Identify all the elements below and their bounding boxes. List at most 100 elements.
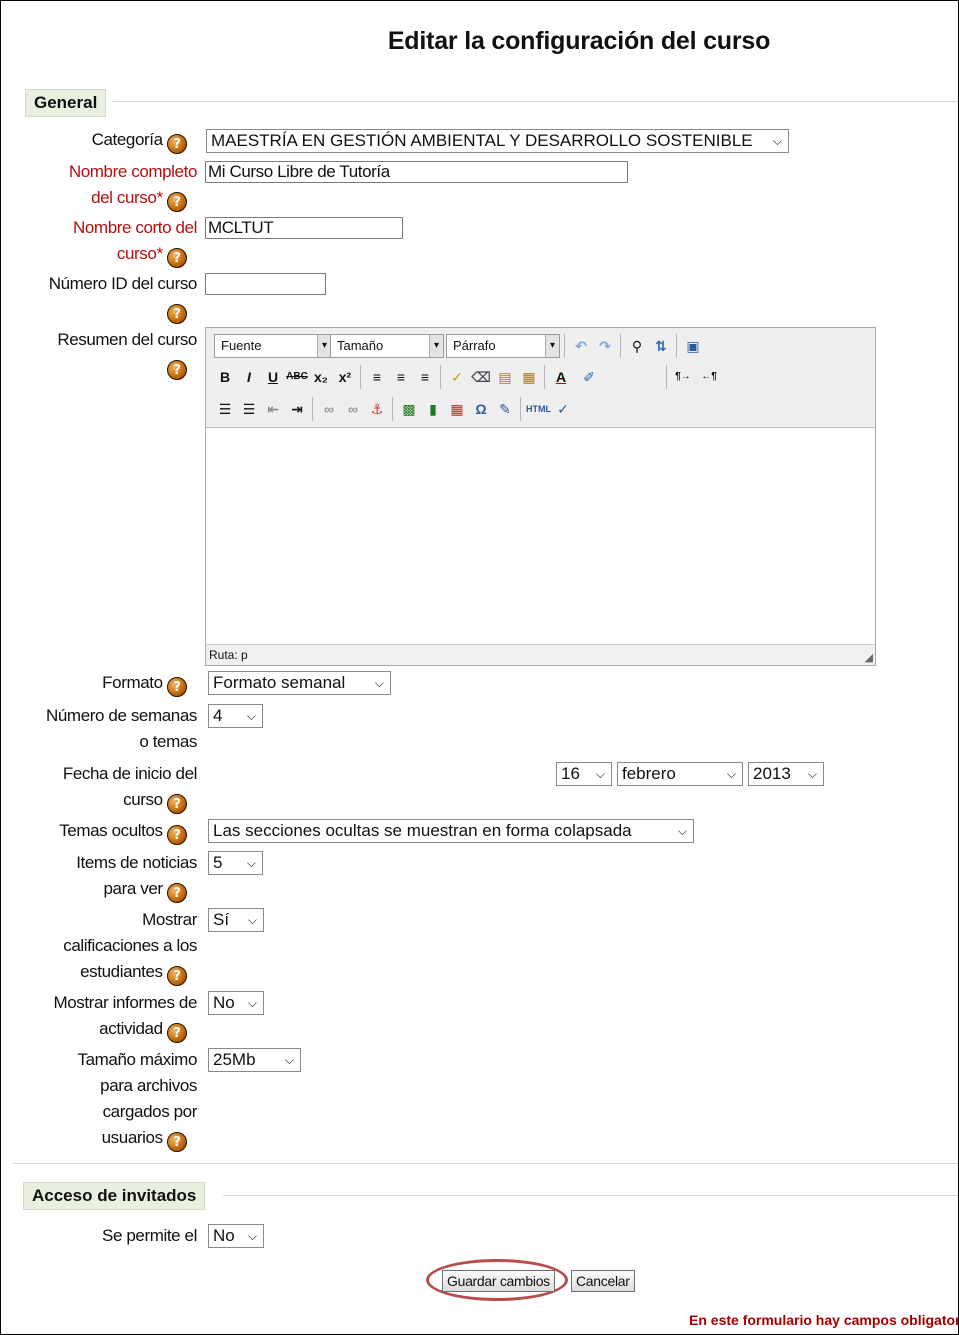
strikethrough-icon[interactable]: ABC xyxy=(286,366,308,388)
image-icon[interactable]: ▩ xyxy=(398,398,420,420)
underline-icon[interactable]: U xyxy=(262,366,284,388)
section-divider xyxy=(113,101,958,102)
showreports-label: Mostrar informes de actividad ? xyxy=(15,990,197,1043)
help-icon[interactable]: ? xyxy=(167,248,187,268)
save-button[interactable]: Guardar cambios xyxy=(442,1270,555,1292)
bold-icon[interactable]: B xyxy=(214,366,236,388)
category-select[interactable]: MAESTRÍA EN GESTIÓN AMBIENTAL Y DESARROL… xyxy=(206,129,789,153)
guest-select[interactable]: No ⌵ xyxy=(208,1224,264,1248)
paragraph-select[interactable]: Párrafo ▾ xyxy=(446,334,560,358)
align-right-icon[interactable]: ≡ xyxy=(414,366,436,388)
help-icon[interactable]: ? xyxy=(167,134,187,154)
superscript-icon[interactable]: x² xyxy=(334,366,356,388)
summary-editor: Fuente ▾ Tamaño ▾ Párrafo ▾ ↶ ↷ ⚲ ⇅ ▣ B … xyxy=(205,327,876,666)
startdate-month-select[interactable]: febrero ⌵ xyxy=(617,762,743,786)
section-legend-guest: Acceso de invitados xyxy=(23,1182,206,1210)
help-icon[interactable]: ? xyxy=(167,192,187,212)
startdate-year-value: 2013 xyxy=(753,764,791,783)
guest-label: Se permite el xyxy=(102,1226,197,1245)
startdate-label: Fecha de inicio del curso ? xyxy=(15,761,197,814)
table-icon[interactable]: ▦ xyxy=(446,398,468,420)
chevron-down-icon: ⌵ xyxy=(247,913,257,927)
help-icon[interactable]: ? xyxy=(167,966,187,986)
startdate-month-value: febrero xyxy=(622,764,676,783)
section-legend-general: General xyxy=(25,89,107,117)
help-icon[interactable]: ? xyxy=(167,1023,187,1043)
maxbytes-select[interactable]: 25Mb ⌵ xyxy=(208,1048,301,1072)
shortname-input[interactable]: MCLTUT xyxy=(205,217,403,239)
numbered-list-icon[interactable]: ☰ xyxy=(238,398,260,420)
showgrades-label-line3: estudiantes xyxy=(80,962,163,981)
help-icon[interactable]: ? xyxy=(167,304,187,324)
newsitems-select[interactable]: 5 ⌵ xyxy=(208,851,263,875)
special-char-icon[interactable]: Ω xyxy=(470,398,492,420)
startdate-year-select[interactable]: 2013 ⌵ xyxy=(748,762,824,786)
subscript-icon[interactable]: x₂ xyxy=(310,366,332,388)
redo-icon[interactable]: ↷ xyxy=(594,335,616,357)
font-size-select[interactable]: Tamaño ▾ xyxy=(330,334,444,358)
outdent-icon[interactable]: ⇤ xyxy=(262,398,284,420)
cancel-button[interactable]: Cancelar xyxy=(571,1270,635,1292)
font-family-select[interactable]: Fuente ▾ xyxy=(214,334,332,358)
showgrades-select[interactable]: Sí ⌵ xyxy=(208,908,264,932)
showreports-select[interactable]: No ⌵ xyxy=(208,991,264,1015)
align-left-icon[interactable]: ≡ xyxy=(366,366,388,388)
fullname-input[interactable]: Mi Curso Libre de Tutoría xyxy=(205,161,628,183)
hiddensections-select[interactable]: Las secciones ocultas se muestran en for… xyxy=(208,819,694,843)
chevron-down-icon: ▾ xyxy=(429,335,443,357)
maxbytes-label-line1: Tamaño máximo xyxy=(77,1050,197,1069)
maxbytes-value: 25Mb xyxy=(213,1050,256,1069)
spellcheck-icon[interactable]: ✓ xyxy=(552,398,574,420)
bullet-list-icon[interactable]: ☰ xyxy=(214,398,236,420)
italic-icon[interactable]: I xyxy=(238,366,260,388)
unlink-icon[interactable]: ∞ xyxy=(342,398,364,420)
idnumber-input[interactable] xyxy=(205,273,326,295)
eraser-icon[interactable]: ⌫ xyxy=(470,366,492,388)
ltr-icon[interactable]: ¶→ xyxy=(672,366,694,388)
showreports-label-line1: Mostrar informes de xyxy=(53,993,197,1012)
fullname-label-line2: del curso* xyxy=(91,188,163,207)
undo-icon[interactable]: ↶ xyxy=(570,335,592,357)
newsitems-label-line1: Items de noticias xyxy=(76,853,197,872)
help-icon[interactable]: ? xyxy=(167,794,187,814)
format-select[interactable]: Formato semanal ⌵ xyxy=(208,671,391,695)
replace-icon[interactable]: ⇅ xyxy=(650,335,672,357)
section-divider xyxy=(13,1163,958,1164)
paste-word-icon[interactable]: ▦ xyxy=(518,366,540,388)
showreports-label-line2: actividad xyxy=(99,1019,163,1038)
paste-text-icon[interactable]: ▤ xyxy=(494,366,516,388)
chevron-down-icon: ⌵ xyxy=(247,1229,257,1243)
help-icon[interactable]: ? xyxy=(167,360,187,380)
indent-icon[interactable]: ⇥ xyxy=(286,398,308,420)
emoticon-icon[interactable]: ✎ xyxy=(494,398,516,420)
help-icon[interactable]: ? xyxy=(167,883,187,903)
highlight-color-icon[interactable]: ✐ xyxy=(578,366,600,388)
chevron-down-icon: ⌵ xyxy=(772,134,782,148)
clean-format-icon[interactable]: ✓ xyxy=(446,366,468,388)
anchor-icon[interactable]: ⚓ xyxy=(366,398,388,420)
startdate-day-select[interactable]: 16 ⌵ xyxy=(556,762,612,786)
text-color-icon[interactable]: A xyxy=(550,366,572,388)
html-icon[interactable]: HTML xyxy=(526,398,551,420)
resize-handle-icon[interactable]: ◢ xyxy=(865,651,873,664)
help-icon[interactable]: ? xyxy=(167,825,187,845)
help-icon[interactable]: ? xyxy=(167,1132,187,1152)
startdate-label-line1: Fecha de inicio del xyxy=(62,764,198,783)
help-icon[interactable]: ? xyxy=(167,677,187,697)
find-icon[interactable]: ⚲ xyxy=(626,335,648,357)
chevron-down-icon: ▾ xyxy=(317,335,331,357)
edit-course-page: Editar la configuración del curso Genera… xyxy=(0,0,959,1335)
rtl-icon[interactable]: ←¶ xyxy=(698,366,720,388)
editor-content-area[interactable] xyxy=(206,428,875,642)
fullscreen-icon[interactable]: ▣ xyxy=(682,335,704,357)
numsections-value: 4 xyxy=(213,706,223,725)
shortname-label-line2: curso* xyxy=(116,244,163,263)
media-icon[interactable]: ▮ xyxy=(422,398,444,420)
numsections-select[interactable]: 4 ⌵ xyxy=(208,704,263,728)
chevron-down-icon: ⌵ xyxy=(246,856,256,870)
summary-label: Resumen del curso ? xyxy=(15,327,197,380)
align-center-icon[interactable]: ≡ xyxy=(390,366,412,388)
link-icon[interactable]: ∞ xyxy=(318,398,340,420)
chevron-down-icon: ⌵ xyxy=(807,767,817,781)
category-label: Categoría ? xyxy=(15,127,187,154)
